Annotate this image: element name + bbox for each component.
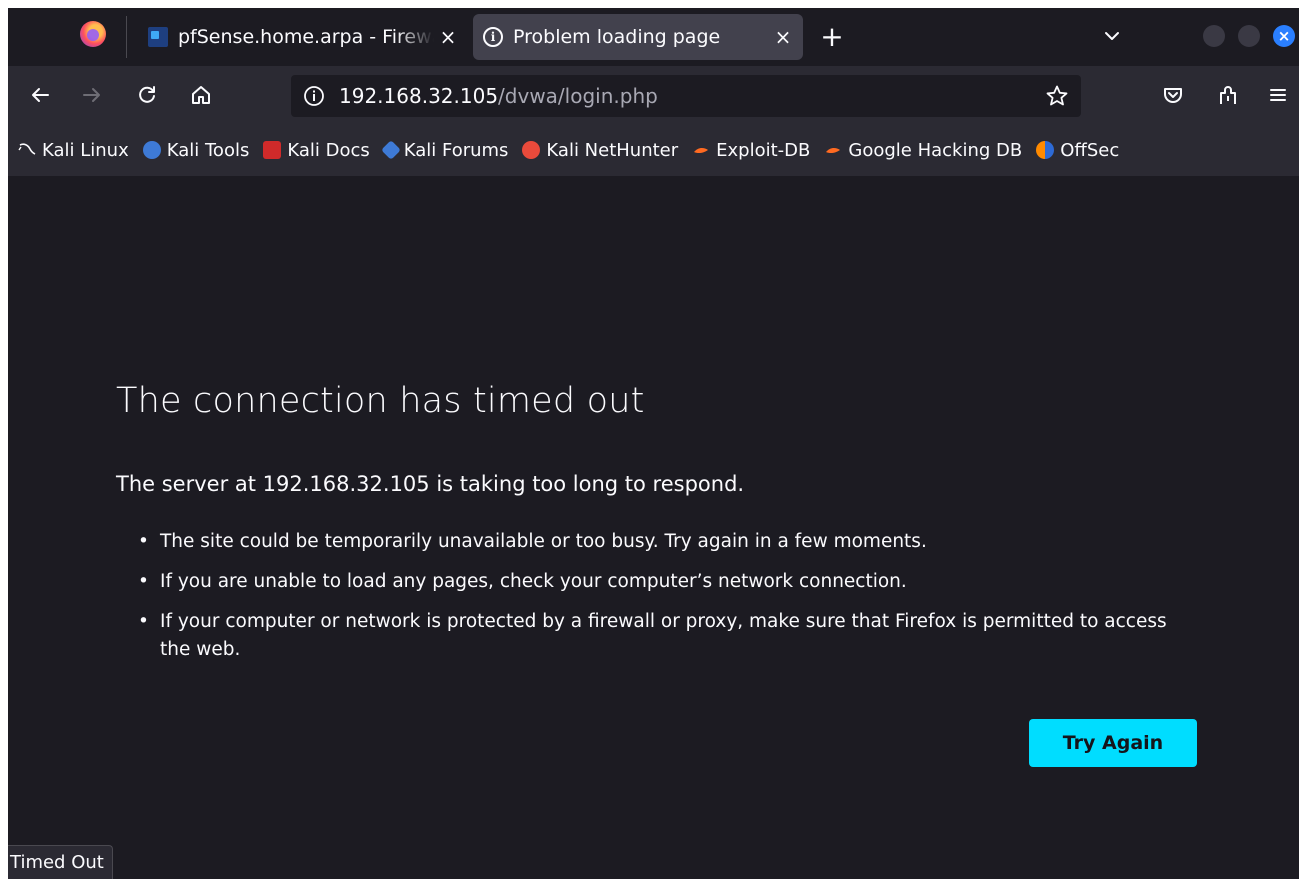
firefox-icon[interactable]	[80, 21, 106, 47]
list-item: If your computer or network is protected…	[138, 608, 1178, 664]
window-minimize-button[interactable]	[1203, 25, 1225, 47]
bookmark-label: Google Hacking DB	[848, 139, 1023, 161]
info-icon: i	[483, 27, 503, 47]
status-panel: Timed Out	[8, 845, 113, 879]
kali-nethunter-icon	[522, 141, 541, 159]
browser-window: pfSense.home.arpa - Firewall: Rules × i …	[8, 8, 1299, 879]
new-tab-button[interactable]: +	[816, 20, 848, 53]
bookmark-kali-linux[interactable]: Kali Linux	[18, 140, 129, 161]
tab-title: Problem loading page	[513, 26, 721, 48]
kali-docs-icon	[263, 141, 282, 159]
error-lead: The server at 192.168.32.105 is taking t…	[116, 472, 745, 496]
bookmark-label: Kali NetHunter	[546, 139, 679, 161]
home-icon[interactable]	[185, 79, 217, 111]
kali-tools-icon	[142, 141, 161, 159]
bookmark-offsec[interactable]: OffSec	[1036, 140, 1119, 161]
error-page: The connection has timed out The server …	[8, 176, 1299, 879]
list-item: The site could be temporarily unavailabl…	[138, 528, 1178, 556]
offsec-icon	[1036, 141, 1055, 159]
bookmark-label: Exploit-DB	[716, 139, 811, 161]
pfsense-favicon-icon	[148, 27, 168, 47]
kali-dragon-icon	[18, 143, 36, 155]
window-maximize-button[interactable]	[1238, 25, 1260, 47]
bookmarks-bar: Kali Linux Kali Tools Kali Docs Kali For…	[8, 124, 1299, 176]
tab-title: pfSense.home.arpa - Firewall: Rules	[178, 26, 434, 48]
tab-separator	[126, 16, 127, 58]
tab-problem-loading[interactable]: i Problem loading page ×	[473, 14, 803, 60]
url-path: /dvwa/login.php	[498, 84, 658, 108]
bookmark-google-hacking-db[interactable]: Google Hacking DB	[824, 140, 1022, 161]
pocket-icon[interactable]	[1157, 79, 1189, 111]
try-again-button[interactable]: Try Again	[1029, 719, 1197, 767]
window-close-button[interactable]: ×	[1273, 25, 1295, 47]
ghdb-icon	[826, 147, 841, 154]
extensions-icon[interactable]	[1212, 79, 1244, 111]
error-suggestions-list: The site could be temporarily unavailabl…	[138, 528, 1178, 676]
reload-icon[interactable]	[131, 79, 163, 111]
bookmark-label: Kali Linux	[42, 139, 129, 161]
kali-forums-icon	[380, 140, 401, 160]
bookmark-kali-docs[interactable]: Kali Docs	[263, 139, 370, 161]
nav-toolbar: 192.168.32.105/dvwa/login.php	[8, 66, 1299, 124]
tab-strip: pfSense.home.arpa - Firewall: Rules × i …	[8, 8, 1299, 66]
info-circle-icon[interactable]	[303, 85, 325, 107]
bookmark-kali-forums[interactable]: Kali Forums	[380, 139, 509, 161]
error-title: The connection has timed out	[116, 381, 645, 421]
exploit-db-icon	[694, 147, 709, 154]
bookmark-label: Kali Tools	[166, 139, 250, 161]
bookmark-label: OffSec	[1060, 139, 1120, 161]
bookmark-star-icon[interactable]	[1045, 84, 1069, 108]
forward-arrow-icon[interactable]	[76, 79, 108, 111]
hamburger-menu-icon[interactable]	[1262, 79, 1294, 111]
tab-close-icon[interactable]: ×	[769, 23, 797, 51]
list-item: If you are unable to load any pages, che…	[138, 568, 1178, 596]
bookmark-kali-nethunter[interactable]: Kali NetHunter	[522, 140, 678, 161]
chevron-down-icon[interactable]	[1096, 20, 1128, 52]
bookmark-exploit-db[interactable]: Exploit-DB	[692, 140, 810, 161]
tab-close-icon[interactable]: ×	[434, 23, 462, 51]
bookmark-label: Kali Forums	[403, 139, 509, 161]
bookmark-label: Kali Docs	[287, 139, 370, 161]
url-host: 192.168.32.105	[339, 84, 499, 108]
bookmark-kali-tools[interactable]: Kali Tools	[142, 139, 250, 161]
back-arrow-icon[interactable]	[24, 79, 56, 111]
tab-pfsense[interactable]: pfSense.home.arpa - Firewall: Rules ×	[138, 14, 468, 60]
url-bar[interactable]: 192.168.32.105/dvwa/login.php	[291, 75, 1081, 117]
